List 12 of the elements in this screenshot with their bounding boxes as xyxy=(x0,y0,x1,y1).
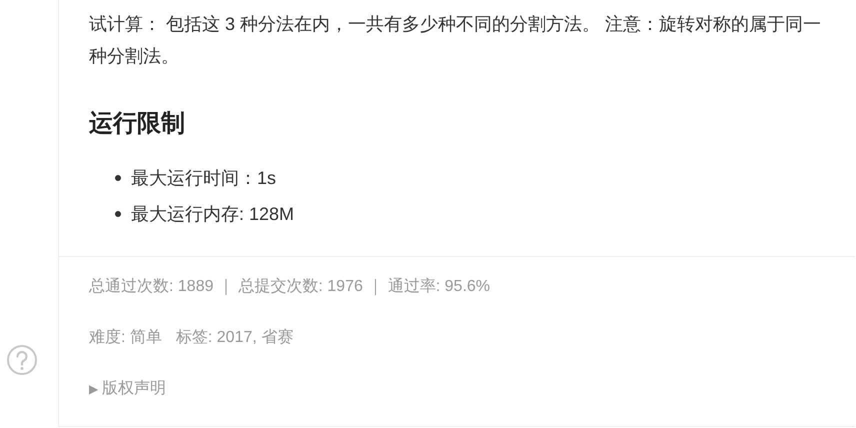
help-icon[interactable] xyxy=(6,344,38,376)
tags-label: 标签: 2017, 省赛 xyxy=(176,328,294,348)
stats-line: 总通过次数: 1889 ｜ 总提交次数: 1976 ｜ 通过率: 95.6% xyxy=(89,276,492,297)
copyright-toggle[interactable]: ▶ 版权声明 xyxy=(89,377,855,401)
section-heading: 运行限制 xyxy=(89,109,186,139)
difficulty-label: 难度: 简单 xyxy=(89,328,162,348)
limit-item: 最大运行时间：1s xyxy=(131,167,276,190)
limit-item: 最大运行内存: 128M xyxy=(131,203,294,226)
expand-icon: ▶ xyxy=(89,377,98,401)
bullet-icon xyxy=(115,175,121,181)
bullet-icon xyxy=(115,211,121,217)
problem-paragraph: 试计算： 包括这 3 种分法在内，一共有多少种不同的分割方法。 注意：旋转对称的属于同一种分割法。 xyxy=(89,13,822,68)
